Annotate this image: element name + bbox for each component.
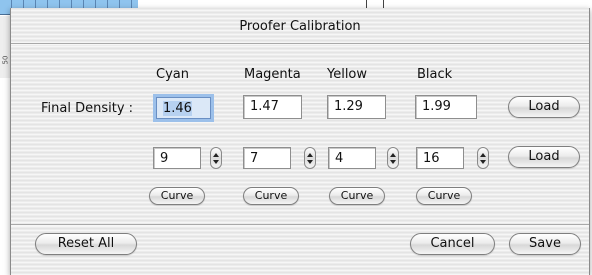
black-step-field[interactable]: 16 xyxy=(416,147,464,169)
final-density-cyan-value: 1.46 xyxy=(163,101,192,116)
final-density-yellow-value: 1.29 xyxy=(334,99,363,114)
black-curve-button[interactable]: Curve xyxy=(416,187,472,205)
final-density-black-field[interactable]: 1.99 xyxy=(415,95,477,119)
magenta-step-value: 7 xyxy=(250,151,259,166)
final-density-black-value: 1.99 xyxy=(422,99,451,114)
stepper-up-icon xyxy=(307,153,313,157)
magenta-curve-button[interactable]: Curve xyxy=(243,187,299,205)
footer-separator xyxy=(11,224,589,226)
cyan-curve-button[interactable]: Curve xyxy=(149,187,205,205)
reset-all-button[interactable]: Reset All xyxy=(35,233,137,255)
stepper-up-icon xyxy=(480,153,486,157)
stepper-up-icon xyxy=(213,153,219,157)
proofer-calibration-dialog: Proofer Calibration Cyan Magenta Yellow … xyxy=(10,8,590,275)
magenta-step-field[interactable]: 7 xyxy=(243,147,291,169)
background-left-number: 50 xyxy=(1,55,10,65)
cyan-step-field[interactable]: 9 xyxy=(153,147,201,169)
title-separator xyxy=(11,43,589,45)
yellow-step-value: 4 xyxy=(335,151,344,166)
magenta-stepper[interactable] xyxy=(304,147,316,169)
yellow-stepper[interactable] xyxy=(387,147,399,169)
stepper-up-icon xyxy=(390,153,396,157)
load-density-button[interactable]: Load xyxy=(508,96,580,118)
black-step-value: 16 xyxy=(423,151,440,166)
final-density-yellow-field[interactable]: 1.29 xyxy=(327,95,386,119)
black-stepper[interactable] xyxy=(477,147,489,169)
column-label-yellow: Yellow xyxy=(327,67,368,82)
final-density-label: Final Density : xyxy=(41,101,134,116)
column-label-black: Black xyxy=(417,67,453,82)
stepper-down-icon xyxy=(480,160,486,164)
final-density-cyan-field[interactable]: 1.46 xyxy=(156,97,211,119)
cyan-stepper[interactable] xyxy=(210,147,222,169)
cyan-step-value: 9 xyxy=(160,151,169,166)
save-button[interactable]: Save xyxy=(509,233,581,255)
column-label-cyan: Cyan xyxy=(156,67,189,82)
final-density-magenta-value: 1.47 xyxy=(250,99,279,114)
yellow-step-field[interactable]: 4 xyxy=(328,147,376,169)
yellow-curve-button[interactable]: Curve xyxy=(329,187,385,205)
final-density-magenta-field[interactable]: 1.47 xyxy=(243,95,302,119)
stepper-down-icon xyxy=(390,160,396,164)
column-label-magenta: Magenta xyxy=(244,67,301,82)
load-steps-button[interactable]: Load xyxy=(508,146,580,168)
dialog-title: Proofer Calibration xyxy=(239,19,361,34)
stepper-down-icon xyxy=(307,160,313,164)
stepper-down-icon xyxy=(213,160,219,164)
cancel-button[interactable]: Cancel xyxy=(410,233,495,255)
